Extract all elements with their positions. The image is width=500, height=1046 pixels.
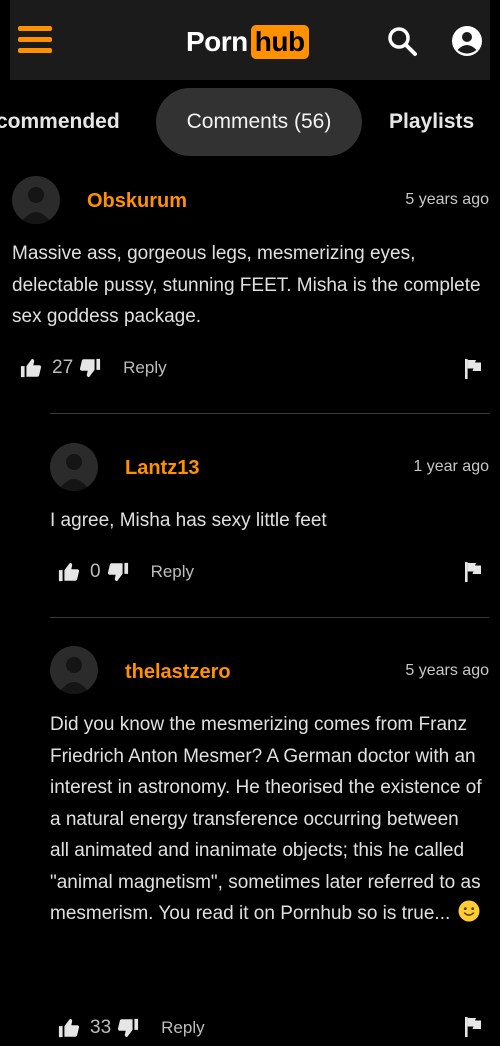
- thumbs-down-icon[interactable]: [117, 1017, 139, 1039]
- comment-username[interactable]: Lantz13: [125, 457, 199, 480]
- comment-text-block: Did you know the mesmerizing comes from …: [50, 709, 482, 930]
- divider: [50, 617, 489, 618]
- tab-bar: commended Comments (56) Playlists: [0, 88, 500, 156]
- vote-count: 0: [90, 561, 101, 582]
- comment-username[interactable]: Obskurum: [87, 190, 187, 213]
- reply-button[interactable]: Reply: [123, 358, 166, 378]
- thumbs-up-icon[interactable]: [58, 1017, 80, 1039]
- comment-timestamp: 1 year ago: [413, 458, 489, 475]
- comment-username[interactable]: thelastzero: [125, 661, 231, 684]
- avatar[interactable]: [50, 646, 98, 694]
- reply-button[interactable]: Reply: [161, 1018, 204, 1038]
- search-icon[interactable]: [386, 25, 418, 57]
- avatar[interactable]: [50, 443, 98, 491]
- thumbs-up-icon[interactable]: [58, 561, 80, 583]
- comment-actions: 33 Reply: [58, 1013, 205, 1043]
- slightly-smiling-face-icon: [458, 900, 480, 922]
- user-icon[interactable]: [451, 25, 483, 57]
- comment-text: Massive ass, gorgeous legs, mesmerizing …: [12, 243, 481, 327]
- divider: [50, 413, 489, 414]
- flag-icon[interactable]: [463, 1016, 483, 1038]
- logo-text-left: Porn: [186, 26, 248, 57]
- tab-recommended[interactable]: commended: [0, 88, 120, 156]
- menu-icon[interactable]: [18, 26, 52, 54]
- flag-icon[interactable]: [463, 561, 483, 583]
- top-header: Porn hub: [10, 0, 490, 80]
- vote-count: 27: [52, 357, 74, 378]
- site-logo[interactable]: Porn hub: [186, 24, 309, 60]
- logo-text-right: hub: [250, 25, 309, 59]
- comment-text: Did you know the mesmerizing comes from …: [50, 714, 482, 924]
- thumbs-down-icon[interactable]: [107, 561, 129, 583]
- comment-timestamp: 5 years ago: [405, 191, 489, 208]
- avatar[interactable]: [12, 176, 60, 224]
- comment-timestamp: 5 years ago: [405, 662, 489, 679]
- tab-playlists[interactable]: Playlists: [389, 88, 474, 156]
- thumbs-down-icon[interactable]: [79, 357, 101, 379]
- comment-actions: 27 Reply: [20, 353, 167, 383]
- thumbs-up-icon[interactable]: [20, 357, 42, 379]
- vote-count: 33: [90, 1017, 112, 1038]
- flag-icon[interactable]: [463, 358, 483, 380]
- comment-text: I agree, Misha has sexy little feet: [50, 510, 327, 531]
- reply-button[interactable]: Reply: [151, 562, 194, 582]
- comment-actions: 0 Reply: [58, 557, 194, 587]
- tab-comments[interactable]: Comments (56): [156, 88, 362, 156]
